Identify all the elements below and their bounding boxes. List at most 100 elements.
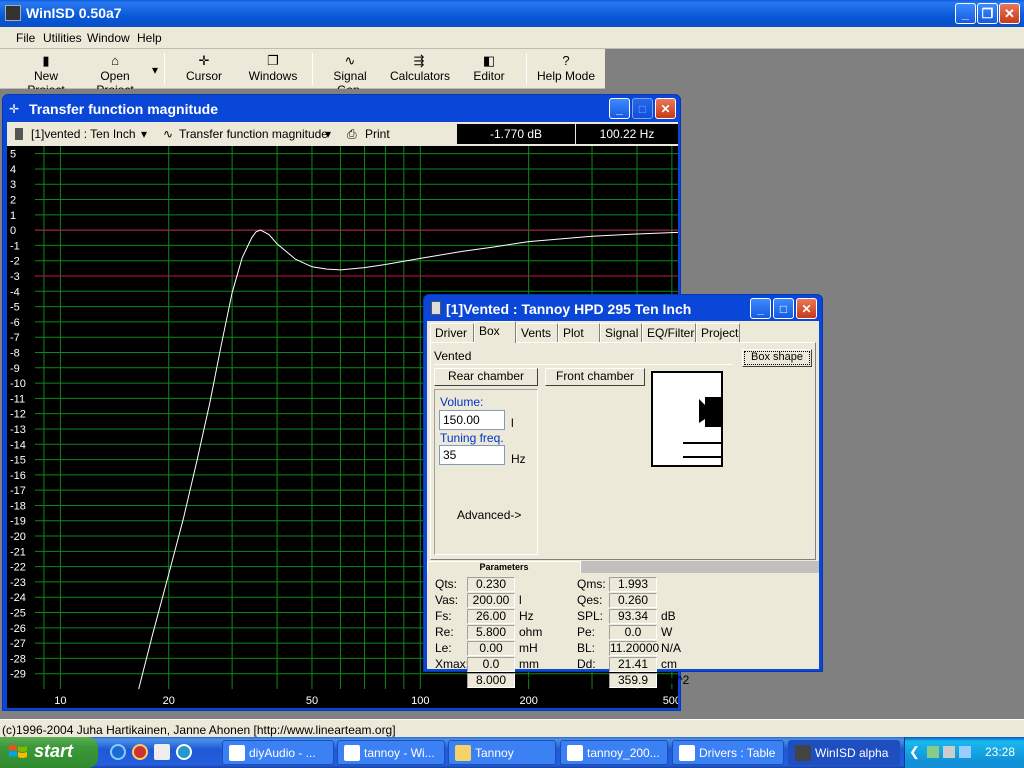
y-tick-label: -10 xyxy=(10,378,26,390)
task-tannoy-doc[interactable]: tannoy_200... xyxy=(560,740,668,765)
y-tick-label: -26 xyxy=(10,623,26,635)
y-tick-label: -4 xyxy=(10,286,20,298)
y-tick-label: -9 xyxy=(10,363,20,375)
clock: 23:28 xyxy=(985,745,1016,759)
x-tick-label: 200 xyxy=(519,695,537,707)
task-label: WinISD alpha xyxy=(815,746,889,760)
param-value: 0.0 xyxy=(609,625,657,640)
editor-label: Editor xyxy=(473,69,505,83)
windows-button[interactable]: ❐ Windows xyxy=(246,53,300,87)
param-value: 21.41 xyxy=(609,657,657,672)
param-unit: l xyxy=(519,593,522,607)
rear-chamber-button[interactable]: Rear chamber xyxy=(434,368,538,386)
tab-signal[interactable]: Signal xyxy=(600,323,642,343)
chevron-down-icon[interactable]: ▾ xyxy=(141,127,147,141)
help-mode-label: Help Mode xyxy=(536,69,596,83)
y-tick-label: -20 xyxy=(10,531,26,543)
toolbar-separator xyxy=(312,53,313,85)
maximize-button[interactable]: □ xyxy=(773,298,794,319)
param-unit: N/A xyxy=(661,641,682,655)
tray-app-icon[interactable] xyxy=(943,746,955,758)
app-shortcut-icon[interactable] xyxy=(154,744,170,760)
menu-help[interactable]: Help xyxy=(137,31,162,45)
task-label: Drivers : Table xyxy=(699,746,776,760)
open-project-button[interactable]: ⌂ Open Project xyxy=(80,53,150,97)
minimize-button[interactable]: _ xyxy=(750,298,771,319)
close-button[interactable]: ✕ xyxy=(655,98,676,119)
chevron-down-icon[interactable]: ▾ xyxy=(325,127,331,141)
toolbar-separator xyxy=(164,53,165,85)
taskbar: start diyAudio - ... tannoy - Wi... Tann… xyxy=(0,737,1024,768)
windows-label: Windows xyxy=(248,69,298,83)
tab-driver[interactable]: Driver xyxy=(430,323,474,343)
restore-button[interactable]: ❐ xyxy=(977,3,998,24)
media-icon[interactable] xyxy=(132,744,148,760)
param-value: 93.34 xyxy=(609,609,657,624)
y-tick-label: -12 xyxy=(10,409,26,421)
calculators-button[interactable]: ⇶ Calculators xyxy=(390,53,450,87)
tab-vents[interactable]: Vents xyxy=(516,323,558,343)
param-value: 26.00 xyxy=(467,609,515,624)
tuning-input[interactable]: 35 xyxy=(439,445,505,465)
volume-input[interactable]: 150.00 xyxy=(439,410,505,430)
cursor-button[interactable]: ✛ Cursor xyxy=(184,53,224,87)
editor-button[interactable]: ◧ Editor xyxy=(470,53,508,87)
close-button[interactable]: ✕ xyxy=(999,3,1020,24)
network-icon[interactable] xyxy=(927,746,939,758)
new-project-button[interactable]: ▮ New Project xyxy=(14,53,78,97)
param-unit: cm xyxy=(661,657,677,671)
param-value: 0.0 xyxy=(467,657,515,672)
sine-wave-icon: ∿ xyxy=(344,53,356,68)
start-button[interactable]: start xyxy=(0,737,98,768)
tab-project[interactable]: Project xyxy=(696,323,740,343)
minimize-button[interactable]: _ xyxy=(609,98,630,119)
box-editor-window: [1]Vented : Tannoy HPD 295 Ten Inch _ □ … xyxy=(423,294,823,688)
app-titlebar: WinISD 0.50a7 _ ❐ ✕ xyxy=(0,0,1024,27)
menu-file[interactable]: File xyxy=(16,31,35,45)
readout-db: -1.770 dB xyxy=(457,124,575,144)
close-button[interactable]: ✕ xyxy=(796,298,817,319)
tab-box[interactable]: Box xyxy=(474,321,516,343)
y-tick-label: -25 xyxy=(10,608,26,620)
menu-window[interactable]: Window xyxy=(87,31,130,45)
y-tick-label: -27 xyxy=(10,638,26,650)
chevron-left-icon[interactable]: ❮ xyxy=(909,744,920,760)
param-value: 5.800 xyxy=(467,625,515,640)
y-tick-label: -24 xyxy=(10,592,26,604)
task-drivers-table[interactable]: Drivers : Table xyxy=(672,740,784,765)
help-mode-button[interactable]: ? Help Mode xyxy=(536,53,596,87)
front-chamber-button[interactable]: Front chamber xyxy=(545,368,645,386)
print-button[interactable]: Print xyxy=(365,127,390,141)
param-label: Dd: xyxy=(577,657,596,671)
task-tannoy-folder[interactable]: Tannoy xyxy=(448,740,556,765)
advanced-button[interactable]: Advanced-> xyxy=(457,508,521,522)
task-diyaudio[interactable]: diyAudio - ... xyxy=(222,740,334,765)
printer-icon[interactable]: ⎙ xyxy=(347,127,357,142)
y-tick-label: -3 xyxy=(10,271,20,283)
project-select[interactable]: [1]vented : Ten Inch xyxy=(31,127,136,141)
y-tick-label: -14 xyxy=(10,439,26,451)
box-shape-button[interactable]: Box shape xyxy=(742,349,812,367)
media-player-icon[interactable] xyxy=(176,744,192,760)
tab-eq-filter[interactable]: EQ/Filter xyxy=(642,323,696,343)
task-winisd[interactable]: WinISD alpha xyxy=(788,740,900,765)
windows-flag-icon xyxy=(9,745,27,758)
signal-gen-button[interactable]: ∿ Signal Gen. xyxy=(320,53,380,97)
param-unit: Hz xyxy=(519,609,534,623)
volume-icon[interactable] xyxy=(959,746,971,758)
toolbar-separator xyxy=(526,53,527,85)
y-tick-label: 0 xyxy=(10,225,16,237)
tab-plot[interactable]: Plot xyxy=(558,323,600,343)
param-unit: ohm xyxy=(519,673,543,687)
minimize-button[interactable]: _ xyxy=(955,3,976,24)
plot-toolbar: [1]vented : Ten Inch ▾ ∿ Transfer functi… xyxy=(7,122,678,146)
internet-explorer-icon[interactable] xyxy=(110,744,126,760)
plot-type-select[interactable]: Transfer function magnitude xyxy=(179,127,328,141)
task-tannoy-wiki[interactable]: tannoy - Wi... xyxy=(337,740,445,765)
task-label: diyAudio - ... xyxy=(249,746,316,760)
param-value: 0.260 xyxy=(609,593,657,608)
sine-wave-icon: ∿ xyxy=(163,127,174,141)
maximize-button[interactable]: □ xyxy=(632,98,653,119)
menu-utilities[interactable]: Utilities xyxy=(43,31,82,45)
y-tick-label: -16 xyxy=(10,470,26,482)
